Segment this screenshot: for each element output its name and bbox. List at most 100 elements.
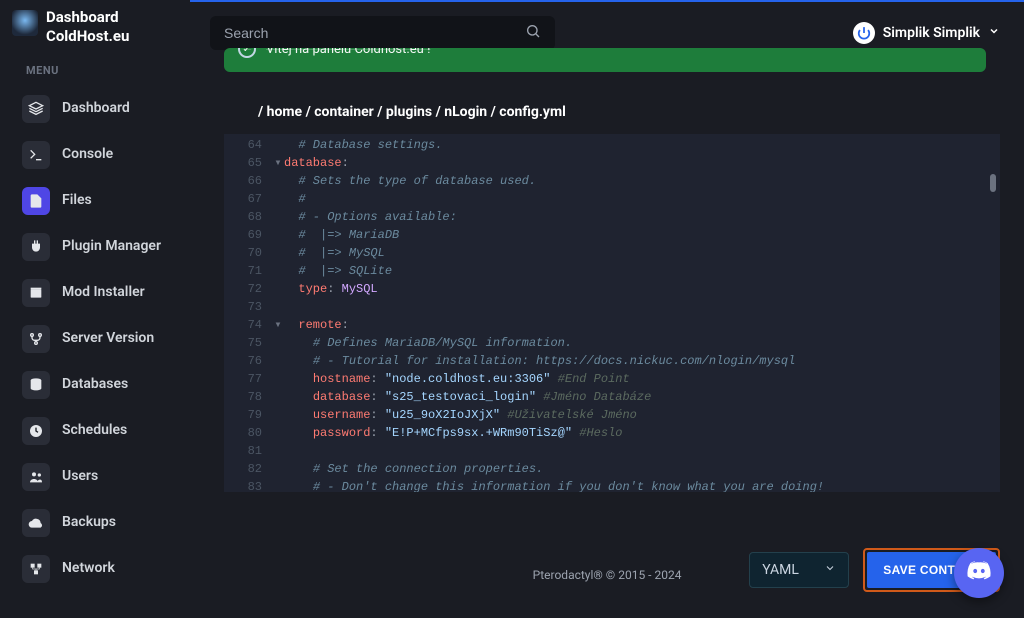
code-content[interactable]: # |=> MariaDB xyxy=(284,226,1000,244)
code-content[interactable]: remote: xyxy=(284,316,1000,334)
sidebar-item-console[interactable]: Console xyxy=(12,133,178,177)
package-icon xyxy=(22,279,50,307)
editor-line[interactable]: 75 # Defines MariaDB/MySQL information. xyxy=(224,334,1000,352)
sidebar-item-mod-installer[interactable]: Mod Installer xyxy=(12,271,178,315)
search-box[interactable] xyxy=(210,16,555,50)
brand-text: Dashboard ColdHost.eu xyxy=(46,8,129,46)
footer-text: Pterodactyl® © 2015 - 2024 xyxy=(190,568,1024,582)
editor-line[interactable]: 65▾database: xyxy=(224,154,1000,172)
check-circle-icon: ✓ xyxy=(238,48,256,58)
editor-line[interactable]: 77 hostname: "node.coldhost.eu:3306" #En… xyxy=(224,370,1000,388)
line-number: 80 xyxy=(224,424,272,442)
code-content[interactable]: # - Options available: xyxy=(284,208,1000,226)
editor-line[interactable]: 67 # xyxy=(224,190,1000,208)
chevron-down-icon xyxy=(988,25,1000,41)
code-content[interactable]: database: "s25_testovaci_login" #Jméno D… xyxy=(284,388,1000,406)
cloud-icon xyxy=(22,509,50,537)
editor-line[interactable]: 76 # - Tutorial for installation: https:… xyxy=(224,352,1000,370)
breadcrumb[interactable]: / home / container / plugins / nLogin / … xyxy=(210,72,1000,134)
sidebar: Dashboard ColdHost.eu MENU Dashboard Con… xyxy=(0,0,190,618)
code-content[interactable]: type: MySQL xyxy=(284,280,1000,298)
code-content[interactable]: username: "u25_9oX2IoJXjX" #Uživatelské … xyxy=(284,406,1000,424)
discord-fab[interactable] xyxy=(954,548,1004,598)
code-content[interactable]: password: "E!P+MCfps9sx.+WRm90TiSz@" #He… xyxy=(284,424,1000,442)
sidebar-item-network[interactable]: Network xyxy=(12,547,178,591)
editor-line[interactable]: 78 database: "s25_testovaci_login" #Jmén… xyxy=(224,388,1000,406)
plug-icon xyxy=(22,233,50,261)
line-number: 77 xyxy=(224,370,272,388)
brand[interactable]: Dashboard ColdHost.eu xyxy=(0,6,190,46)
code-content[interactable]: # Database settings. xyxy=(284,136,1000,154)
line-number: 67 xyxy=(224,190,272,208)
line-number: 78 xyxy=(224,388,272,406)
terminal-icon xyxy=(22,141,50,169)
scrollbar-thumb[interactable] xyxy=(990,174,996,192)
line-number: 69 xyxy=(224,226,272,244)
code-content[interactable]: # - Don't change this information if you… xyxy=(284,478,1000,492)
menu-section-label: MENU xyxy=(0,46,190,85)
sidebar-item-schedules[interactable]: Schedules xyxy=(12,409,178,453)
code-content[interactable]: # Sets the type of database used. xyxy=(284,172,1000,190)
editor-line[interactable]: 82 # Set the connection properties. xyxy=(224,460,1000,478)
line-number: 65 xyxy=(224,154,272,172)
sidebar-item-backups[interactable]: Backups xyxy=(12,501,178,545)
editor-line[interactable]: 71 # |=> SQLite xyxy=(224,262,1000,280)
line-number: 70 xyxy=(224,244,272,262)
clock-icon xyxy=(22,417,50,445)
main-content: ✓ Vítej na panelu Coldhost.eu ! / home /… xyxy=(210,48,1000,492)
editor-line[interactable]: 64 # Database settings. xyxy=(224,136,1000,154)
editor-line[interactable]: 79 username: "u25_9oX2IoJXjX" #Uživatels… xyxy=(224,406,1000,424)
editor-line[interactable]: 68 # - Options available: xyxy=(224,208,1000,226)
editor-line[interactable]: 74▾ remote: xyxy=(224,316,1000,334)
layers-icon xyxy=(22,95,50,123)
search-icon[interactable] xyxy=(525,23,541,43)
line-number: 76 xyxy=(224,352,272,370)
code-editor[interactable]: 64 # Database settings.65▾database:66 # … xyxy=(224,134,1000,492)
sidebar-item-server-version[interactable]: Server Version xyxy=(12,317,178,361)
user-menu[interactable]: Simplik Simplik xyxy=(853,22,1000,44)
line-number: 81 xyxy=(224,442,272,460)
sidebar-item-databases[interactable]: Databases xyxy=(12,363,178,407)
sidebar-item-label: Mod Installer xyxy=(62,284,145,301)
sidebar-item-files[interactable]: Files xyxy=(12,179,178,223)
fold-toggle-icon[interactable]: ▾ xyxy=(272,316,284,334)
editor-line[interactable]: 69 # |=> MariaDB xyxy=(224,226,1000,244)
sidebar-item-label: Plugin Manager xyxy=(62,238,161,255)
line-number: 73 xyxy=(224,298,272,316)
sidebar-item-label: Databases xyxy=(62,376,128,393)
code-content[interactable]: # Set the connection properties. xyxy=(284,460,1000,478)
sidebar-item-label: Network xyxy=(62,560,115,577)
code-content[interactable]: # - Tutorial for installation: https://d… xyxy=(284,352,1000,370)
line-number: 68 xyxy=(224,208,272,226)
brand-logo-icon xyxy=(12,10,38,36)
line-number: 83 xyxy=(224,478,272,492)
code-content[interactable]: # |=> SQLite xyxy=(284,262,1000,280)
editor-line[interactable]: 73 xyxy=(224,298,1000,316)
editor-line[interactable]: 72 type: MySQL xyxy=(224,280,1000,298)
sidebar-item-label: Files xyxy=(62,192,92,209)
code-content[interactable]: hostname: "node.coldhost.eu:3306" #End P… xyxy=(284,370,1000,388)
line-number: 66 xyxy=(224,172,272,190)
line-number: 79 xyxy=(224,406,272,424)
search-input[interactable] xyxy=(224,25,525,41)
editor-line[interactable]: 83 # - Don't change this information if … xyxy=(224,478,1000,492)
user-name: Simplik Simplik xyxy=(883,25,980,41)
welcome-banner: ✓ Vítej na panelu Coldhost.eu ! xyxy=(224,48,986,72)
code-content[interactable]: # xyxy=(284,190,1000,208)
code-content[interactable]: # |=> MySQL xyxy=(284,244,1000,262)
line-number: 64 xyxy=(224,136,272,154)
editor-line[interactable]: 70 # |=> MySQL xyxy=(224,244,1000,262)
sidebar-item-plugin-manager[interactable]: Plugin Manager xyxy=(12,225,178,269)
editor-line[interactable]: 66 # Sets the type of database used. xyxy=(224,172,1000,190)
sidebar-item-label: Console xyxy=(62,146,113,163)
editor-line[interactable]: 81 xyxy=(224,442,1000,460)
sidebar-item-label: Backups xyxy=(62,514,116,531)
code-content[interactable]: # Defines MariaDB/MySQL information. xyxy=(284,334,1000,352)
fold-toggle-icon[interactable]: ▾ xyxy=(272,154,284,172)
sidebar-item-users[interactable]: Users xyxy=(12,455,178,499)
sidebar-item-dashboard[interactable]: Dashboard xyxy=(12,87,178,131)
editor-line[interactable]: 80 password: "E!P+MCfps9sx.+WRm90TiSz@" … xyxy=(224,424,1000,442)
line-number: 82 xyxy=(224,460,272,478)
network-icon xyxy=(22,555,50,583)
code-content[interactable]: database: xyxy=(284,154,1000,172)
